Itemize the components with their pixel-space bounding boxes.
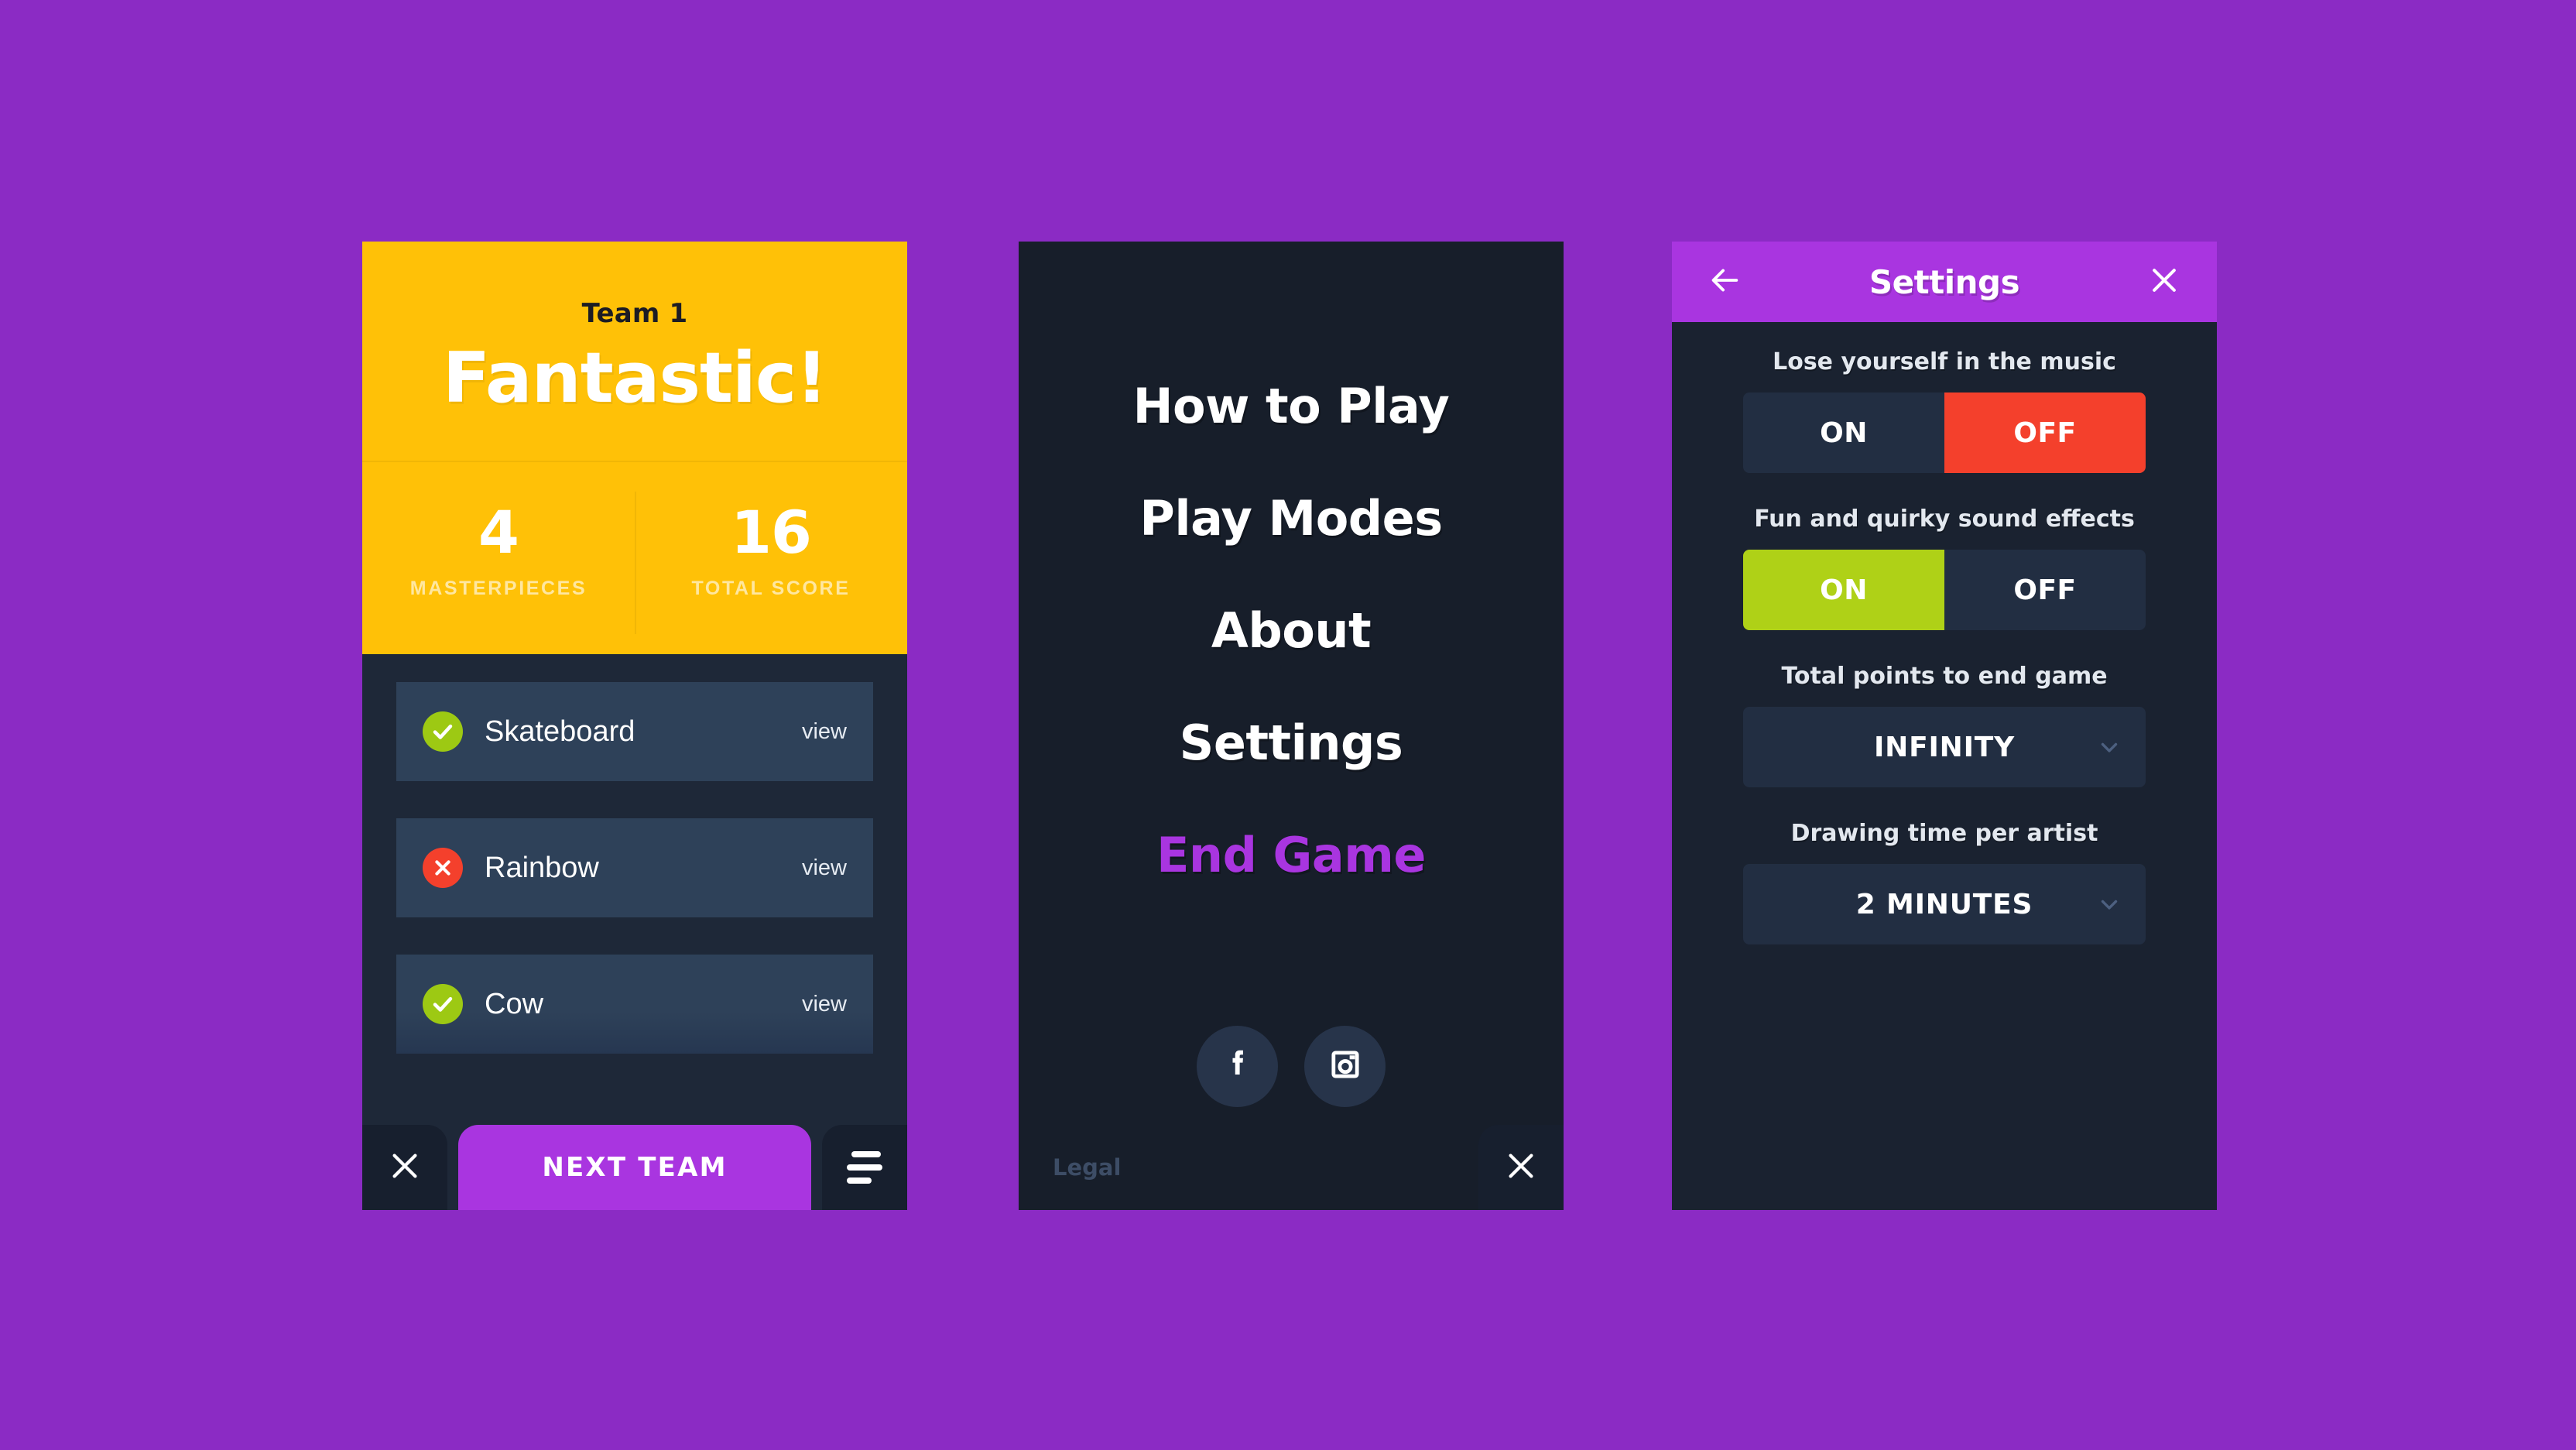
close-icon xyxy=(1503,1148,1539,1188)
drawing-name: Rainbow xyxy=(485,851,599,884)
cross-circle-icon xyxy=(423,848,463,888)
stat-value: 16 xyxy=(731,498,812,567)
menu-button[interactable] xyxy=(822,1125,907,1210)
instagram-icon xyxy=(1325,1044,1365,1088)
close-icon xyxy=(2147,263,2181,301)
music-toggle: ON OFF xyxy=(1743,392,2146,473)
stat-total-score: 16 TOTAL SCORE xyxy=(635,461,907,654)
chevron-down-icon xyxy=(2096,734,2122,760)
view-link[interactable]: view xyxy=(802,992,847,1017)
score-bottom-bar: NEXT TEAM xyxy=(362,1125,907,1210)
drawing-name: Cow xyxy=(485,987,544,1020)
drawing-time-dropdown[interactable]: 2 MINUTES xyxy=(1743,864,2146,944)
close-button[interactable] xyxy=(1478,1125,1564,1210)
view-link[interactable]: view xyxy=(802,855,847,881)
stat-masterpieces: 4 MASTERPIECES xyxy=(362,461,635,654)
sfx-on-option[interactable]: ON xyxy=(1743,550,1944,630)
next-team-button[interactable]: NEXT TEAM xyxy=(458,1125,811,1210)
menu-item-about[interactable]: About xyxy=(1019,602,1564,659)
back-button[interactable] xyxy=(1703,260,1746,303)
dropdown-value: INFINITY xyxy=(1873,731,2016,763)
settings-panel: Settings Lose yourself in the music ON O… xyxy=(1672,242,2217,1210)
page-title: Settings xyxy=(1869,262,2020,301)
menu-item-end-game[interactable]: End Game xyxy=(1019,827,1564,883)
app-canvas: Team 1 Fantastic! 4 MASTERPIECES 16 TOTA… xyxy=(0,0,2576,1450)
list-item[interactable]: Cow view xyxy=(396,955,873,1054)
total-points-dropdown[interactable]: INFINITY xyxy=(1743,707,2146,787)
setting-label-sfx: Fun and quirky sound effects xyxy=(1754,506,2135,533)
sfx-toggle: ON OFF xyxy=(1743,550,2146,630)
close-button[interactable] xyxy=(2143,260,2186,303)
menu-list: How to Play Play Modes About Settings En… xyxy=(1019,378,1564,883)
score-summary-panel: Team 1 Fantastic! 4 MASTERPIECES 16 TOTA… xyxy=(362,242,907,1210)
stats-row: 4 MASTERPIECES 16 TOTAL SCORE xyxy=(362,461,907,654)
stat-value: 4 xyxy=(478,498,519,567)
hamburger-icon xyxy=(847,1151,882,1184)
list-item[interactable]: Skateboard view xyxy=(396,682,873,781)
list-item[interactable]: Rainbow view xyxy=(396,818,873,917)
music-off-option[interactable]: OFF xyxy=(1944,392,2146,473)
team-name: Team 1 xyxy=(581,298,688,329)
score-header: Team 1 Fantastic! 4 MASTERPIECES 16 TOTA… xyxy=(362,242,907,654)
drawing-name: Skateboard xyxy=(485,715,635,748)
stat-label: TOTAL SCORE xyxy=(691,578,851,599)
main-menu-panel: How to Play Play Modes About Settings En… xyxy=(1019,242,1564,1210)
setting-label-total-points: Total points to end game xyxy=(1781,663,2108,690)
menu-item-settings[interactable]: Settings xyxy=(1019,715,1564,771)
menu-item-how-to-play[interactable]: How to Play xyxy=(1019,378,1564,434)
arrow-left-icon xyxy=(1707,262,1742,302)
instagram-button[interactable] xyxy=(1304,1026,1386,1107)
chevron-down-icon xyxy=(2096,891,2122,917)
facebook-icon xyxy=(1218,1044,1258,1088)
dropdown-value: 2 MINUTES xyxy=(1855,888,2033,920)
social-links xyxy=(1019,1026,1564,1107)
setting-label-drawing-time: Drawing time per artist xyxy=(1790,820,2098,847)
facebook-button[interactable] xyxy=(1197,1026,1278,1107)
close-button[interactable] xyxy=(362,1125,447,1210)
settings-header: Settings xyxy=(1672,242,2217,322)
view-link[interactable]: view xyxy=(802,719,847,745)
settings-body: Lose yourself in the music ON OFF Fun an… xyxy=(1672,322,2217,944)
close-icon xyxy=(387,1148,423,1188)
sfx-off-option[interactable]: OFF xyxy=(1944,550,2146,630)
check-circle-icon xyxy=(423,711,463,752)
verdict-title: Fantastic! xyxy=(442,338,828,419)
music-on-option[interactable]: ON xyxy=(1743,392,1944,473)
menu-bottom-bar xyxy=(1019,1125,1564,1210)
check-circle-icon xyxy=(423,984,463,1024)
stat-label: MASTERPIECES xyxy=(409,578,587,599)
setting-label-music: Lose yourself in the music xyxy=(1773,348,2116,375)
menu-item-play-modes[interactable]: Play Modes xyxy=(1019,490,1564,547)
